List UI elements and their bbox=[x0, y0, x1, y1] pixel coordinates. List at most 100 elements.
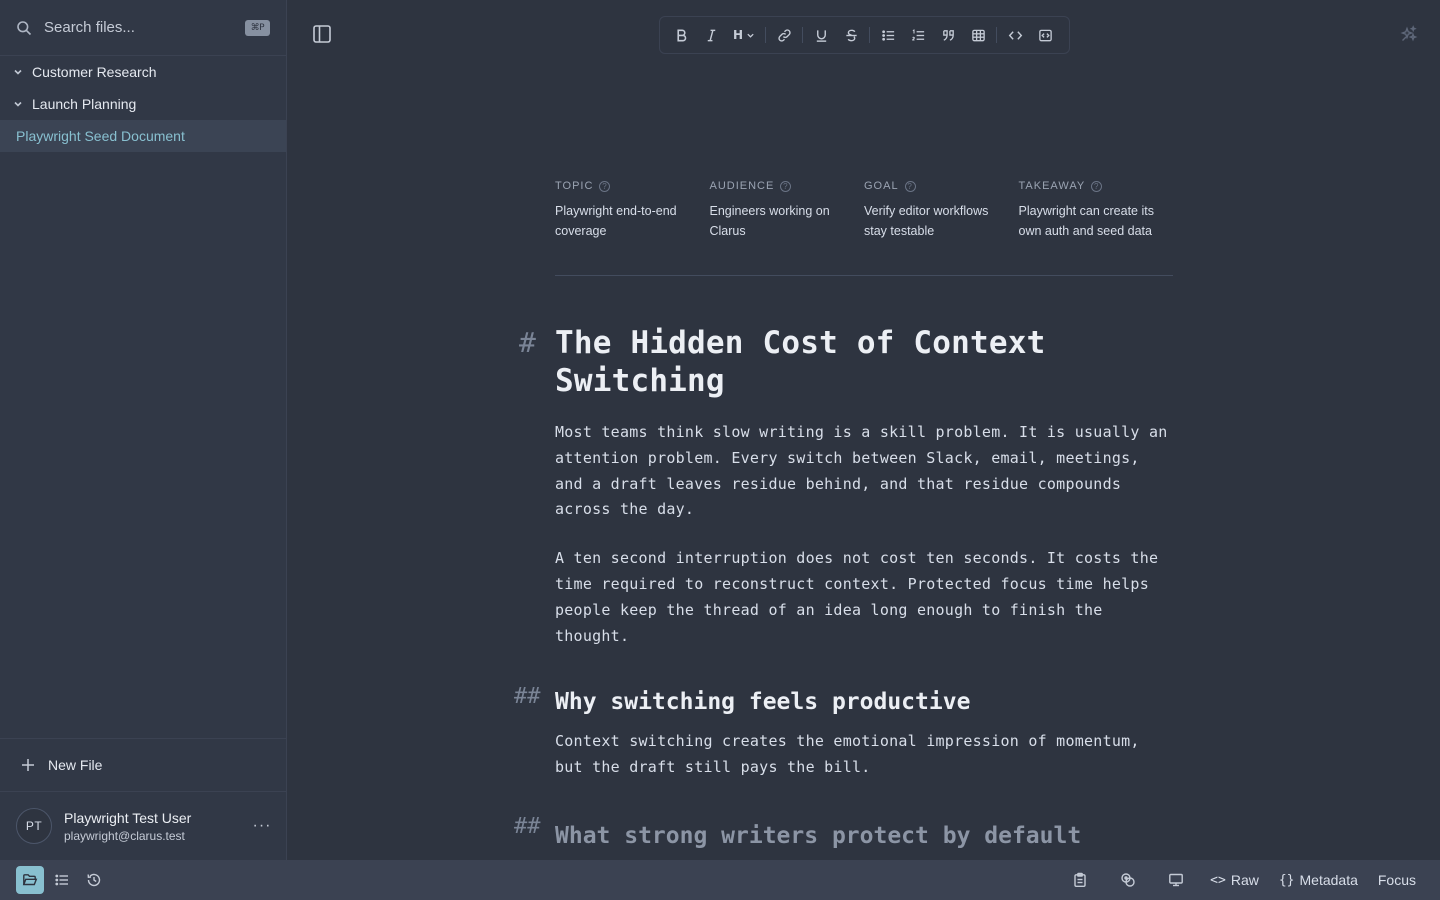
palette-icon bbox=[1121, 873, 1135, 887]
underline-button[interactable] bbox=[806, 21, 836, 49]
metadata-label: GOAL ? bbox=[864, 180, 1003, 192]
avatar[interactable]: PT bbox=[16, 808, 52, 844]
outline-view-button[interactable] bbox=[48, 866, 76, 894]
document-title[interactable]: The Hidden Cost of Context Switching bbox=[555, 324, 1175, 400]
bold-icon bbox=[676, 29, 686, 41]
metadata-label: TOPIC ? bbox=[555, 180, 694, 192]
table-button[interactable] bbox=[963, 21, 993, 49]
chevron-down-icon bbox=[12, 98, 24, 110]
h2-marker: ## bbox=[514, 684, 541, 709]
toolbar-divider bbox=[802, 27, 803, 43]
plus-icon bbox=[20, 757, 36, 773]
metadata-topic[interactable]: TOPIC ? Playwright end-to-end coverage bbox=[555, 180, 710, 275]
italic-button[interactable] bbox=[696, 21, 726, 49]
numbered-list-icon bbox=[911, 28, 924, 41]
help-icon[interactable]: ? bbox=[904, 180, 916, 192]
link-button[interactable] bbox=[769, 21, 799, 49]
folder-customer-research[interactable]: Customer Research bbox=[0, 56, 286, 88]
history-view-button[interactable] bbox=[80, 866, 108, 894]
sidebar: ⌘P Customer Research Launch Planning Pla… bbox=[0, 0, 287, 860]
metadata-takeaway[interactable]: TAKEAWAY ? Playwright can create its own… bbox=[1019, 180, 1174, 275]
link-icon bbox=[777, 28, 791, 42]
user-info: Playwright Test User playwright@clarus.t… bbox=[64, 810, 248, 843]
new-file-button[interactable]: New File bbox=[0, 738, 286, 792]
paragraph[interactable]: Most teams think slow writing is a skill… bbox=[555, 420, 1175, 523]
section-heading[interactable]: Why switching feels productive bbox=[555, 687, 1175, 717]
chevron-down-icon bbox=[12, 66, 24, 78]
help-icon[interactable]: ? bbox=[1091, 180, 1103, 192]
h1-marker: # bbox=[519, 326, 536, 359]
metadata-label-text: TOPIC bbox=[555, 180, 594, 192]
metadata-audience[interactable]: AUDIENCE ? Engineers working on Clarus bbox=[710, 180, 865, 275]
user-email: playwright@clarus.test bbox=[64, 828, 185, 843]
focus-button[interactable]: Focus bbox=[1378, 872, 1416, 888]
bold-button[interactable] bbox=[666, 21, 696, 49]
quote-icon bbox=[942, 29, 954, 41]
toggle-sidebar-button[interactable] bbox=[310, 22, 334, 46]
preview-button[interactable] bbox=[1162, 866, 1190, 894]
code-block-button[interactable] bbox=[1030, 21, 1060, 49]
toolbar-divider bbox=[996, 27, 997, 43]
code-icon: <> bbox=[1210, 872, 1226, 888]
braces-icon: {} bbox=[1278, 872, 1295, 888]
sidebar-toggle-icon bbox=[313, 25, 331, 43]
search-icon bbox=[16, 20, 32, 36]
history-icon bbox=[87, 873, 101, 887]
section-heading[interactable]: What strong writers protect by default bbox=[555, 821, 1175, 851]
list-icon bbox=[55, 874, 68, 886]
metadata-label-text: AUDIENCE bbox=[709, 180, 775, 192]
search-bar: ⌘P bbox=[0, 0, 286, 56]
editor-content[interactable]: The Hidden Cost of Context Switching Mos… bbox=[555, 320, 1175, 851]
help-icon[interactable]: ? bbox=[599, 180, 611, 192]
metadata-value: Playwright end-to-end coverage bbox=[555, 204, 677, 238]
toolbar-divider bbox=[869, 27, 870, 43]
folder-open-icon bbox=[22, 874, 38, 886]
table-icon bbox=[971, 29, 985, 41]
new-file-label: New File bbox=[48, 757, 103, 773]
bullet-list-icon bbox=[881, 29, 894, 41]
raw-label: Raw bbox=[1230, 872, 1259, 888]
heading-button[interactable]: H bbox=[726, 21, 762, 49]
numbered-list-button[interactable] bbox=[903, 21, 933, 49]
strikethrough-button[interactable] bbox=[836, 21, 866, 49]
files-view-button[interactable] bbox=[16, 866, 44, 894]
metadata-button[interactable]: {} Metadata bbox=[1279, 872, 1358, 888]
folder-launch-planning[interactable]: Launch Planning bbox=[0, 88, 286, 120]
theme-button[interactable] bbox=[1114, 866, 1142, 894]
ai-assist-button[interactable] bbox=[1400, 25, 1418, 43]
code-icon bbox=[1008, 30, 1022, 40]
strikethrough-icon bbox=[845, 29, 857, 41]
paragraph[interactable]: A ten second interruption does not cost … bbox=[555, 546, 1175, 649]
search-input[interactable] bbox=[44, 19, 245, 36]
document-metadata: TOPIC ? Playwright end-to-end coverage A… bbox=[555, 180, 1173, 276]
h2-marker: ## bbox=[514, 814, 541, 839]
help-icon[interactable]: ? bbox=[780, 180, 792, 192]
more-options-button[interactable]: ··· bbox=[248, 812, 276, 840]
code-button[interactable] bbox=[1000, 21, 1030, 49]
metadata-label: Metadata bbox=[1299, 872, 1358, 888]
file-tree: Customer Research Launch Planning Playwr… bbox=[0, 56, 286, 152]
search-shortcut-badge: ⌘P bbox=[244, 19, 270, 36]
metadata-label-text: TAKEAWAY bbox=[1018, 180, 1086, 192]
bullet-list-button[interactable] bbox=[873, 21, 903, 49]
metadata-label: TAKEAWAY ? bbox=[1019, 180, 1158, 192]
chevron-down-icon bbox=[747, 33, 754, 38]
clipboard-icon bbox=[1074, 872, 1086, 887]
metadata-goal[interactable]: GOAL ? Verify editor workflows stay test… bbox=[864, 180, 1019, 275]
raw-button[interactable]: <> Raw bbox=[1210, 872, 1259, 888]
italic-icon bbox=[707, 29, 715, 41]
quote-button[interactable] bbox=[933, 21, 963, 49]
clipboard-button[interactable] bbox=[1066, 866, 1094, 894]
sparkles-icon bbox=[1400, 25, 1418, 42]
paragraph[interactable]: Context switching creates the emotional … bbox=[555, 729, 1175, 781]
status-bar: <> Raw {} Metadata Focus bbox=[0, 860, 1440, 900]
file-label: Playwright Seed Document bbox=[16, 128, 185, 144]
file-item-active[interactable]: Playwright Seed Document bbox=[0, 120, 286, 152]
metadata-label-text: GOAL bbox=[864, 180, 899, 192]
metadata-label: AUDIENCE ? bbox=[710, 180, 849, 192]
status-actions: <> Raw {} Metadata Focus bbox=[1066, 866, 1416, 894]
formatting-toolbar: H bbox=[659, 16, 1070, 54]
user-panel: PT Playwright Test User playwright@claru… bbox=[0, 793, 286, 859]
folder-label: Customer Research bbox=[32, 64, 157, 80]
underline-icon bbox=[816, 29, 826, 42]
